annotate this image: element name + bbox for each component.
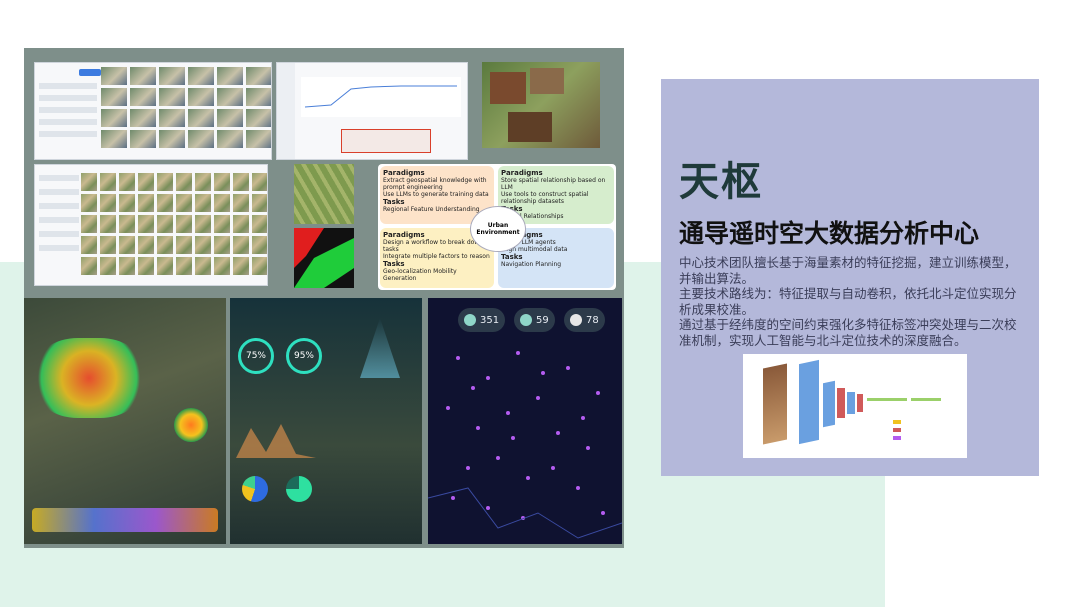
- input-image: [763, 363, 787, 445]
- result-thumbnails: [101, 67, 271, 148]
- percent-gauge-a: 75%: [238, 338, 274, 374]
- field-image: [294, 164, 354, 224]
- pie-chart-a: [242, 476, 268, 502]
- poi-dot-map: 351 59 78: [428, 298, 622, 544]
- area-chart: [236, 424, 316, 458]
- city-heatmap-view: [24, 298, 226, 544]
- framework-center: Urban Environment: [470, 206, 526, 252]
- info-card: 天枢 通导遥时空大数据分析中心 中心技术团队擅长基于海量素材的特征挖掘，建立训练…: [661, 79, 1039, 476]
- satellite-thumbnails: [81, 173, 267, 275]
- segmentation-mask: [294, 228, 354, 288]
- pie-chart-b: [286, 476, 312, 502]
- poi-dots: [428, 351, 622, 539]
- trend-chart: [301, 77, 461, 117]
- highlighted-results: [341, 129, 431, 153]
- traffic-dashboard: 75% 95%: [230, 298, 422, 544]
- description-line-2: 主要技术路线为：特征提取与自动卷积，依托北斗定位实现分析成果校准。: [679, 286, 1017, 317]
- brand-name: 天枢: [679, 158, 763, 205]
- radar-gauge: [174, 408, 208, 442]
- building-photos: [482, 62, 600, 148]
- center-description: 中心技术团队擅长基于海量素材的特征挖掘，建立训练模型，并输出算法。 主要技术路线…: [679, 255, 1024, 348]
- spatial-intelligence-framework: Paradigms Extract geospatial knowledge w…: [378, 164, 616, 290]
- description-line-1: 中心技术团队擅长基于海量素材的特征挖掘，建立训练模型，并输出算法。: [679, 255, 1017, 286]
- center-title: 通导遥时空大数据分析中心: [679, 219, 980, 248]
- description-line-3: 通过基于经纬度的空间约束强化多特征标签冲突处理与二次校准机制，实现人工智能与北斗…: [679, 317, 1017, 348]
- screenshot-collage: Paradigms Extract geospatial knowledge w…: [24, 48, 624, 548]
- satellite-tile-browser: [34, 164, 268, 286]
- cnn-architecture-diagram: [743, 354, 967, 458]
- search-button[interactable]: [79, 69, 101, 76]
- percent-gauge-b: 95%: [286, 338, 322, 374]
- analytics-window: [276, 62, 468, 160]
- image-search-window: [34, 62, 272, 160]
